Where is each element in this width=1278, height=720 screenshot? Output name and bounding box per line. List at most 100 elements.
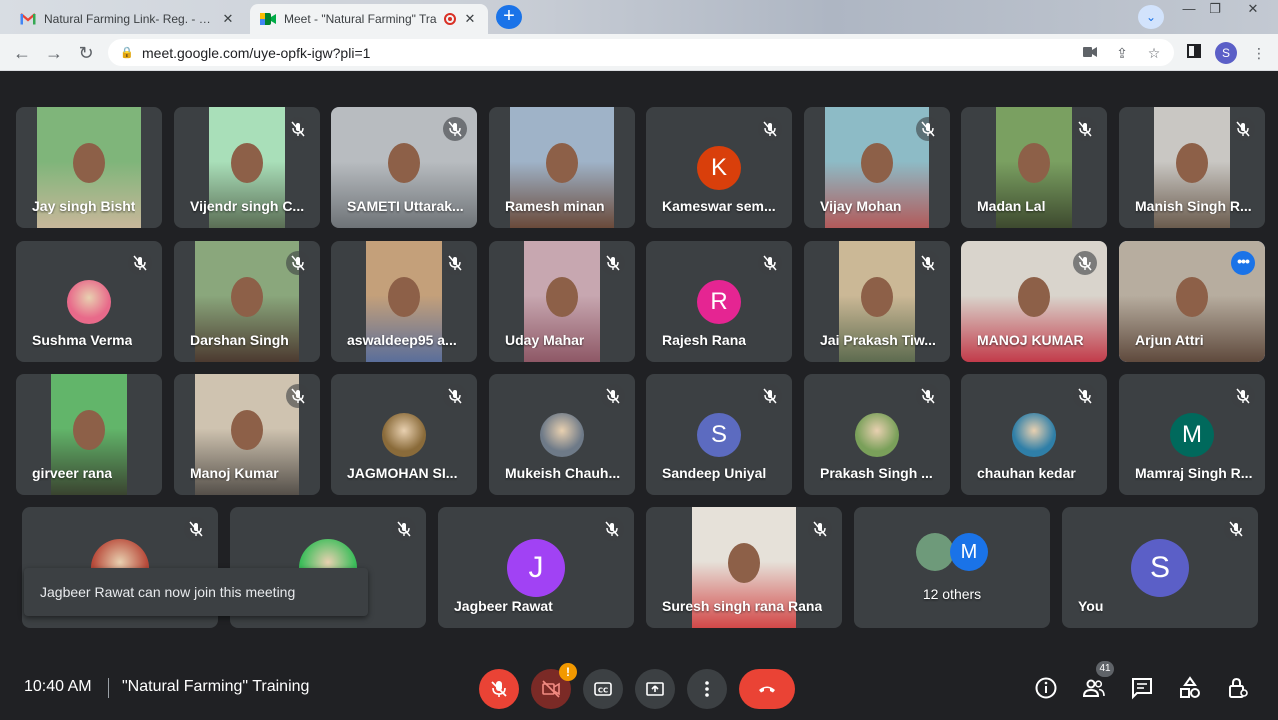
participant-tile[interactable]: girveer rana bbox=[16, 374, 162, 495]
microphone-toggle-button[interactable] bbox=[479, 669, 519, 709]
participant-tile[interactable]: Jai Prakash Tiw... bbox=[804, 241, 950, 362]
mic-off-icon bbox=[1236, 121, 1250, 137]
participant-tile[interactable]: aswaldeep95 a... bbox=[331, 241, 477, 362]
participant-tile[interactable]: R Rajesh Rana bbox=[646, 241, 792, 362]
participant-face bbox=[73, 410, 105, 451]
participant-name: Kameswar sem... bbox=[662, 198, 776, 214]
participant-tile[interactable]: J Jagbeer Rawat bbox=[438, 507, 634, 628]
toast-text: Jagbeer Rawat can now join this meeting bbox=[40, 584, 296, 600]
participant-name: girveer rana bbox=[32, 465, 113, 481]
participant-tile[interactable]: M Mamraj Singh R... bbox=[1119, 374, 1265, 495]
tab-title: Meet - "Natural Farming" Tra bbox=[284, 12, 437, 26]
participant-photo-avatar bbox=[382, 412, 426, 457]
participant-tile[interactable]: Madan Lal bbox=[961, 107, 1107, 228]
chat-icon[interactable] bbox=[1130, 676, 1154, 700]
tab-gmail[interactable]: Natural Farming Link- Reg. - sam ✕ bbox=[10, 4, 246, 34]
reload-icon[interactable]: ↻ bbox=[74, 41, 98, 65]
participant-tile[interactable]: JAGMOHAN SI... bbox=[331, 374, 477, 495]
back-icon[interactable]: ← bbox=[10, 41, 34, 65]
meeting-title: "Natural Farming" Training bbox=[122, 678, 310, 695]
more-vert-icon bbox=[705, 681, 709, 697]
participant-name: Manoj Kumar bbox=[190, 465, 279, 481]
participant-initial-avatar: M bbox=[1170, 412, 1214, 457]
tab-search-button[interactable]: ⌄ bbox=[1138, 5, 1164, 29]
people-icon[interactable] bbox=[1082, 676, 1106, 700]
participant-tile[interactable]: Manoj Kumar bbox=[174, 374, 320, 495]
leave-call-button[interactable] bbox=[739, 669, 795, 709]
close-tab-icon[interactable]: ✕ bbox=[462, 11, 478, 27]
meeting-details-icon[interactable] bbox=[1034, 676, 1058, 700]
tab-title: Natural Farming Link- Reg. - sam bbox=[44, 12, 214, 26]
participant-tile[interactable]: M 12 others bbox=[854, 507, 1050, 628]
url-text: meet.google.com/uye-opfk-igw?pli=1 bbox=[142, 44, 371, 61]
mic-off-icon bbox=[921, 388, 935, 404]
more-options-button[interactable] bbox=[687, 669, 727, 709]
participant-tile[interactable]: Arjun Attri ••• bbox=[1119, 241, 1265, 362]
activities-icon[interactable] bbox=[1178, 676, 1202, 700]
join-notification-toast: Jagbeer Rawat can now join this meeting bbox=[24, 568, 368, 616]
muted-mic-icon bbox=[443, 251, 467, 275]
participant-tile[interactable]: Vijay Mohan bbox=[804, 107, 950, 228]
camera-toggle-button[interactable]: ! bbox=[531, 663, 577, 709]
participant-name: Vijay Mohan bbox=[820, 198, 902, 214]
participant-face bbox=[73, 143, 105, 184]
url-bar[interactable]: 🔒 meet.google.com/uye-opfk-igw?pli=1 bbox=[108, 39, 1174, 66]
participant-tile[interactable]: Mukeish Chauh... bbox=[489, 374, 635, 495]
captions-button[interactable]: CC bbox=[583, 669, 623, 709]
participant-tile[interactable]: Prakash Singh ... bbox=[804, 374, 950, 495]
participant-tile[interactable]: Uday Mahar bbox=[489, 241, 635, 362]
profile-avatar[interactable]: S bbox=[1215, 42, 1237, 64]
tile-more-options-icon[interactable]: ••• bbox=[1231, 251, 1255, 275]
muted-mic-icon bbox=[758, 251, 782, 275]
muted-mic-icon bbox=[601, 251, 625, 275]
forward-icon[interactable]: → bbox=[42, 41, 66, 65]
participant-initial-avatar: S bbox=[1131, 538, 1189, 597]
participant-name: Sandeep Uniyal bbox=[662, 465, 767, 481]
participant-name: 12 others bbox=[922, 586, 982, 602]
participant-tile[interactable]: Suresh singh rana Rana bbox=[646, 507, 842, 628]
recording-indicator-icon bbox=[444, 13, 456, 25]
host-controls-icon[interactable] bbox=[1226, 676, 1250, 700]
participant-face bbox=[546, 143, 578, 184]
participant-tile[interactable]: Ramesh minan bbox=[489, 107, 635, 228]
participant-face bbox=[231, 143, 263, 184]
participant-tile[interactable]: Darshan Singh bbox=[174, 241, 320, 362]
participant-tile[interactable]: Manish Singh R... bbox=[1119, 107, 1265, 228]
close-tab-icon[interactable]: ✕ bbox=[220, 11, 236, 27]
muted-mic-icon bbox=[184, 517, 208, 541]
muted-mic-icon bbox=[1231, 384, 1255, 408]
share-icon[interactable]: ⇪ bbox=[1110, 41, 1134, 65]
participant-tile[interactable]: MANOJ KUMAR bbox=[961, 241, 1107, 362]
mic-off-icon bbox=[1078, 255, 1092, 271]
participant-name: Rajesh Rana bbox=[662, 332, 747, 348]
present-icon bbox=[646, 682, 664, 696]
participant-face bbox=[388, 143, 420, 184]
mic-off-icon bbox=[291, 255, 305, 271]
meet-icon bbox=[260, 11, 276, 27]
participant-tile[interactable]: chauhan kedar bbox=[961, 374, 1107, 495]
others-avatar-initial: M bbox=[950, 533, 988, 571]
participant-name: Mamraj Singh R... bbox=[1135, 465, 1253, 481]
muted-mic-icon bbox=[758, 384, 782, 408]
present-screen-button[interactable] bbox=[635, 669, 675, 709]
participant-tile[interactable]: S You bbox=[1062, 507, 1258, 628]
camera-blocked-icon[interactable] bbox=[1078, 41, 1102, 65]
participant-tile[interactable]: K Kameswar sem... bbox=[646, 107, 792, 228]
bookmark-star-icon[interactable]: ☆ bbox=[1142, 41, 1166, 65]
mic-off-icon bbox=[1229, 521, 1243, 537]
participant-tile[interactable]: SAMETI Uttarak... bbox=[331, 107, 477, 228]
mic-off-icon bbox=[448, 255, 462, 271]
new-tab-button[interactable]: + bbox=[496, 5, 522, 29]
browser-menu-icon[interactable]: ⋮ bbox=[1247, 41, 1271, 65]
participant-tile[interactable]: Sushma Verma bbox=[16, 241, 162, 362]
restore-icon[interactable]: ❐ bbox=[1200, 0, 1230, 18]
participant-tile[interactable]: Jay singh Bisht bbox=[16, 107, 162, 228]
participant-tile[interactable]: S Sandeep Uniyal bbox=[646, 374, 792, 495]
participant-tile[interactable]: Vijendr singh C... bbox=[174, 107, 320, 228]
participant-face bbox=[1018, 277, 1050, 318]
side-panel-icon[interactable] bbox=[1182, 41, 1206, 65]
participant-face bbox=[1176, 277, 1208, 318]
tab-meet[interactable]: Meet - "Natural Farming" Tra ✕ bbox=[250, 4, 488, 34]
window-close-icon[interactable]: ✕ bbox=[1238, 0, 1268, 18]
mic-off-icon bbox=[448, 121, 462, 137]
